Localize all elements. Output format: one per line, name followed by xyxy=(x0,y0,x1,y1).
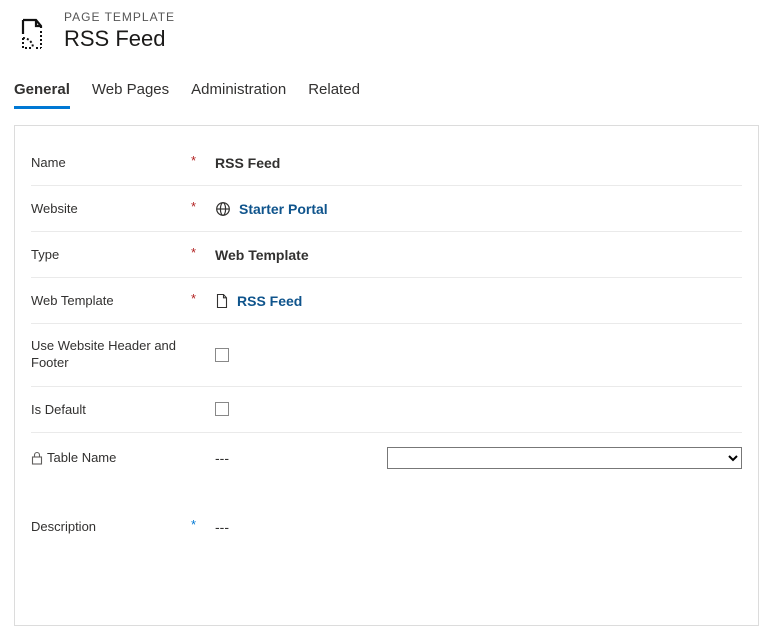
tab-bar: General Web Pages Administration Related xyxy=(14,75,759,109)
tab-administration[interactable]: Administration xyxy=(191,75,286,109)
value-name[interactable]: RSS Feed xyxy=(215,155,280,171)
value-type[interactable]: Web Template xyxy=(215,247,309,263)
label-use-header: Use Website Header and Footer xyxy=(31,338,191,372)
label-web-template: Web Template xyxy=(31,293,191,308)
tab-web-pages[interactable]: Web Pages xyxy=(92,75,169,109)
checkbox-is-default[interactable] xyxy=(215,402,229,416)
recommended-marker: * xyxy=(191,517,215,532)
select-table-name[interactable] xyxy=(387,447,742,469)
label-is-default: Is Default xyxy=(31,402,191,417)
tab-related[interactable]: Related xyxy=(308,75,360,109)
required-marker: * xyxy=(191,199,215,214)
field-row-is-default: Is Default xyxy=(31,387,742,433)
field-row-website: Website * Starter Portal xyxy=(31,186,742,232)
field-row-type: Type * Web Template xyxy=(31,232,742,278)
field-row-use-header: Use Website Header and Footer xyxy=(31,324,742,387)
record-title: RSS Feed xyxy=(64,26,175,52)
field-row-web-template: Web Template * RSS Feed xyxy=(31,278,742,324)
page-template-icon xyxy=(14,16,50,55)
label-name: Name xyxy=(31,155,191,170)
value-website[interactable]: Starter Portal xyxy=(239,201,328,217)
required-marker: * xyxy=(191,245,215,260)
value-description[interactable]: --- xyxy=(215,519,229,535)
value-web-template[interactable]: RSS Feed xyxy=(237,293,302,309)
value-table-name: --- xyxy=(215,450,229,466)
required-marker: * xyxy=(191,153,215,168)
lock-icon xyxy=(31,451,43,465)
field-row-table-name: Table Name --- xyxy=(31,433,742,483)
label-type: Type xyxy=(31,247,191,262)
form-panel: Name * RSS Feed Website * Starter Portal xyxy=(14,125,759,626)
tab-general[interactable]: General xyxy=(14,75,70,109)
checkbox-use-header[interactable] xyxy=(215,348,229,362)
label-website: Website xyxy=(31,201,191,216)
field-row-name: Name * RSS Feed xyxy=(31,140,742,186)
label-description: Description xyxy=(31,519,191,534)
page-root: PAGE TEMPLATE RSS Feed General Web Pages… xyxy=(0,0,773,636)
globe-icon xyxy=(215,201,231,217)
file-icon xyxy=(215,293,229,309)
record-header: PAGE TEMPLATE RSS Feed xyxy=(14,10,759,55)
required-marker: * xyxy=(191,291,215,306)
field-row-description: Description * --- xyxy=(31,505,742,595)
label-table-name: Table Name xyxy=(31,450,191,465)
entity-eyebrow: PAGE TEMPLATE xyxy=(64,10,175,24)
label-table-name-text: Table Name xyxy=(47,450,116,465)
